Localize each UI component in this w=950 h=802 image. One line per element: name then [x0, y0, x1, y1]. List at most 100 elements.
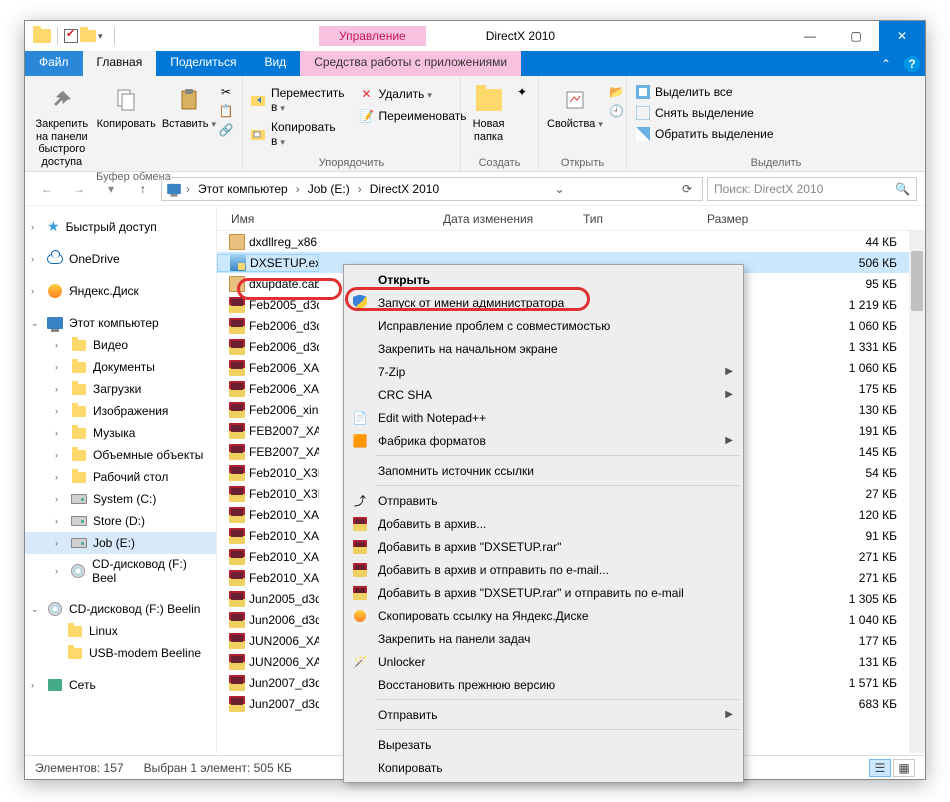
- tab-view[interactable]: Вид: [250, 51, 300, 76]
- close-button[interactable]: ✕: [879, 21, 925, 51]
- delete-button[interactable]: ✕Удалить: [359, 86, 467, 102]
- ctx-unlocker[interactable]: 🪄Unlocker: [346, 650, 741, 673]
- dropdown-icon[interactable]: ⌄: [549, 182, 571, 196]
- cut-button[interactable]: ✂: [218, 84, 234, 100]
- qat-newfolder-icon[interactable]: [80, 30, 96, 42]
- ctx-addarchive-named[interactable]: Добавить в архив "DXSETUP.rar": [346, 535, 741, 558]
- sidebar-item-thispc[interactable]: ⌄Этот компьютер: [25, 312, 216, 334]
- history-button[interactable]: 🕘: [609, 103, 625, 119]
- sidebar-item-edrive[interactable]: ›Job (E:): [25, 532, 216, 554]
- back-button[interactable]: ←: [33, 176, 61, 202]
- tab-share[interactable]: Поделиться: [156, 51, 250, 76]
- sidebar-item-usb[interactable]: USB-modem Beeline: [25, 642, 216, 664]
- rar-icon: [229, 696, 245, 712]
- rar-icon: [350, 584, 370, 602]
- chevron-icon[interactable]: ›: [294, 182, 302, 196]
- ctx-crcsha[interactable]: CRC SHA▶: [346, 383, 741, 406]
- unlocker-icon: 🪄: [350, 653, 370, 671]
- paste-button[interactable]: Вставить: [162, 80, 216, 131]
- ctx-pinstart[interactable]: Закрепить на начальном экране: [346, 337, 741, 360]
- sidebar-item-3dobjects[interactable]: ›Объемные объекты: [25, 444, 216, 466]
- rar-icon: [229, 633, 245, 649]
- ctx-open[interactable]: Открыть: [346, 268, 741, 291]
- ctx-copy[interactable]: Копировать: [346, 756, 741, 779]
- help-button[interactable]: ?: [899, 51, 925, 76]
- up-button[interactable]: ↑: [129, 176, 157, 202]
- tab-home[interactable]: Главная: [83, 51, 157, 76]
- copyto-button[interactable]: Копировать в: [251, 120, 345, 148]
- ctx-yandex-link[interactable]: Скопировать ссылку на Яндекс.Диске: [346, 604, 741, 627]
- chevron-icon[interactable]: ›: [184, 182, 192, 196]
- col-size[interactable]: Размер: [703, 212, 925, 226]
- copy-button[interactable]: Копировать: [97, 80, 156, 131]
- copypath-button[interactable]: 📋: [218, 103, 234, 119]
- sidebar-item-linux[interactable]: Linux: [25, 620, 216, 642]
- ctx-editnpp[interactable]: 📄Edit with Notepad++: [346, 406, 741, 429]
- col-name[interactable]: Имя: [217, 212, 443, 226]
- sidebar-item-video[interactable]: ›Видео: [25, 334, 216, 356]
- sidebar-item-downloads[interactable]: ›Загрузки: [25, 378, 216, 400]
- ctx-remember[interactable]: Запомнить источник ссылки: [346, 459, 741, 482]
- file-row[interactable]: dxdllreg_x8644 КБ: [217, 231, 925, 252]
- sidebar-item-cddrive2[interactable]: ⌄CD-дисковод (F:) Beelin: [25, 598, 216, 620]
- col-date[interactable]: Дата изменения: [443, 212, 583, 226]
- ctx-cut[interactable]: Вырезать: [346, 733, 741, 756]
- ctx-archemail-named[interactable]: Добавить в архив "DXSETUP.rar" и отправи…: [346, 581, 741, 604]
- sidebar-item-cdrive[interactable]: ›System (C:): [25, 488, 216, 510]
- sidebar-item-desktop[interactable]: ›Рабочий стол: [25, 466, 216, 488]
- ctx-send[interactable]: ⤴Отправить: [346, 489, 741, 512]
- sidebar-item-pictures[interactable]: ›Изображения: [25, 400, 216, 422]
- newfolder-button[interactable]: Новая папка: [469, 80, 508, 143]
- sidebar-item-yandexdisk[interactable]: ›Яндекс.Диск: [25, 280, 216, 302]
- sidebar-item-onedrive[interactable]: ›OneDrive: [25, 248, 216, 270]
- maximize-button[interactable]: ▢: [833, 21, 879, 51]
- crumb-root[interactable]: Этот компьютер: [194, 180, 292, 198]
- qat-properties-icon[interactable]: [64, 29, 78, 43]
- collapse-ribbon-icon[interactable]: ⌃: [873, 51, 899, 76]
- tab-apptools[interactable]: Средства работы с приложениями: [300, 51, 521, 76]
- tab-file[interactable]: Файл: [25, 51, 83, 76]
- selectnone-button[interactable]: Снять выделение: [635, 105, 774, 121]
- sidebar-item-quickaccess[interactable]: ›★Быстрый доступ: [25, 215, 216, 238]
- qat-dropdown-icon[interactable]: ▾: [98, 31, 108, 42]
- ctx-addarchive[interactable]: Добавить в архив...: [346, 512, 741, 535]
- sidebar-item-music[interactable]: ›Музыка: [25, 422, 216, 444]
- crumb-drive[interactable]: Job (E:): [304, 180, 354, 198]
- ctx-restore[interactable]: Восстановить прежнюю версию: [346, 673, 741, 696]
- sidebar-item-cddrive[interactable]: ›CD-дисковод (F:) Beel: [25, 554, 216, 588]
- recent-button[interactable]: ▾: [97, 176, 125, 202]
- sidebar-item-ddrive[interactable]: ›Store (D:): [25, 510, 216, 532]
- pin-quickaccess-button[interactable]: Закрепить на панели быстрого доступа: [33, 80, 91, 169]
- open-button[interactable]: 📂: [609, 84, 625, 100]
- search-input[interactable]: Поиск: DirectX 2010 🔍: [707, 177, 917, 201]
- ctx-archemail[interactable]: Добавить в архив и отправить по e-mail..…: [346, 558, 741, 581]
- file-name: Feb2006_d3d: [217, 318, 319, 334]
- moveto-button[interactable]: Переместить в: [251, 86, 345, 114]
- refresh-icon[interactable]: ⟳: [676, 182, 698, 196]
- ctx-7zip[interactable]: 7-Zip▶: [346, 360, 741, 383]
- ctx-pintaskbar[interactable]: Закрепить на панели задач: [346, 627, 741, 650]
- col-type[interactable]: Тип: [583, 212, 703, 226]
- invertsel-button[interactable]: Обратить выделение: [635, 126, 774, 142]
- ctx-compat[interactable]: Исправление проблем с совместимостью: [346, 314, 741, 337]
- pasteshortcut-button[interactable]: 🔗: [218, 122, 234, 138]
- ctx-fabrika[interactable]: 🟧Фабрика форматов▶: [346, 429, 741, 452]
- selectall-button[interactable]: Выделить все: [635, 84, 774, 100]
- ctx-runas-admin[interactable]: Запуск от имени администратора: [346, 291, 741, 314]
- scrollbar-thumb[interactable]: [911, 251, 923, 311]
- address-bar[interactable]: › Этот компьютер › Job (E:) › DirectX 20…: [161, 177, 703, 201]
- crumb-folder[interactable]: DirectX 2010: [366, 180, 443, 198]
- forward-button[interactable]: →: [65, 176, 93, 202]
- sidebar-item-network[interactable]: ›Сеть: [25, 674, 216, 696]
- rename-button[interactable]: 📝Переименовать: [359, 108, 467, 124]
- newitem-button[interactable]: ✦: [514, 84, 530, 100]
- view-details-button[interactable]: ☰: [869, 759, 891, 777]
- minimize-button[interactable]: —: [787, 21, 833, 51]
- scrollbar[interactable]: [909, 231, 925, 753]
- sidebar-item-documents[interactable]: ›Документы: [25, 356, 216, 378]
- chevron-icon[interactable]: ›: [356, 182, 364, 196]
- properties-button[interactable]: Свойства: [547, 80, 603, 131]
- view-icons-button[interactable]: ▦: [893, 759, 915, 777]
- ctx-sendto[interactable]: Отправить▶: [346, 703, 741, 726]
- rar-icon: [229, 402, 245, 418]
